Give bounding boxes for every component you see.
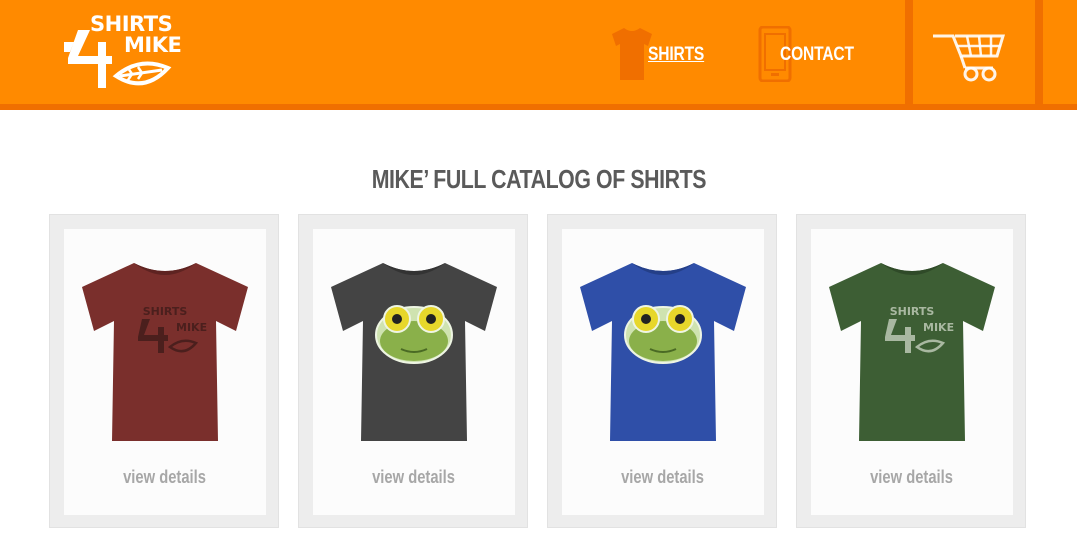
nav-shirts-label[interactable]: SHIRTS <box>648 44 704 66</box>
header-border <box>0 104 1077 110</box>
logo-line1: SHIRTS <box>90 12 173 36</box>
tshirt-icon <box>612 28 652 80</box>
product-card-inner: view details <box>562 229 764 515</box>
svg-text:MIKE: MIKE <box>176 321 207 334</box>
product-card[interactable]: view details <box>298 214 528 528</box>
logo-wordmark: SHIRTS MIKE <box>90 12 182 57</box>
shirt-image[interactable] <box>321 257 507 447</box>
cart-button[interactable] <box>905 0 1039 104</box>
view-details-text[interactable]: view details <box>871 467 954 488</box>
nav-contact-label[interactable]: CONTACT <box>780 44 854 66</box>
nav-contact[interactable]: CONTACT <box>758 22 858 86</box>
product-card-inner: SHIRTS MIKE view details <box>64 229 266 515</box>
shirt-image[interactable]: SHIRTS MIKE <box>72 257 258 447</box>
product-card-inner: SHIRTS MIKE view details <box>811 229 1013 515</box>
svg-text:SHIRTS: SHIRTS <box>890 305 935 318</box>
product-card-inner: view details <box>313 229 515 515</box>
view-details-link[interactable]: view details <box>811 467 1013 488</box>
nav-shirts[interactable]: SHIRTS <box>612 22 704 86</box>
product-card[interactable]: SHIRTS MIKE view details <box>796 214 1026 528</box>
product-card[interactable]: SHIRTS MIKE view details <box>49 214 279 528</box>
view-details-text[interactable]: view details <box>124 467 207 488</box>
logo-line2: MIKE <box>124 33 182 57</box>
page-title-text: MIKE’ FULL CATALOG OF SHIRTS <box>371 164 706 194</box>
view-details-link[interactable]: view details <box>562 467 764 488</box>
view-details-link[interactable]: view details <box>64 467 266 488</box>
svg-text:MIKE: MIKE <box>923 321 954 334</box>
shirt-image[interactable] <box>570 257 756 447</box>
shirt-image[interactable]: SHIRTS MIKE <box>819 257 1005 447</box>
svg-text:SHIRTS: SHIRTS <box>143 305 188 318</box>
site-logo[interactable]: SHIRTS MIKE <box>60 12 188 94</box>
product-card[interactable]: view details <box>547 214 777 528</box>
view-details-link[interactable]: view details <box>313 467 515 488</box>
view-details-text[interactable]: view details <box>622 467 705 488</box>
page-title: MIKE’ FULL CATALOG OF SHIRTS <box>0 164 1077 195</box>
cart-icon <box>933 34 1006 82</box>
view-details-text[interactable]: view details <box>373 467 456 488</box>
